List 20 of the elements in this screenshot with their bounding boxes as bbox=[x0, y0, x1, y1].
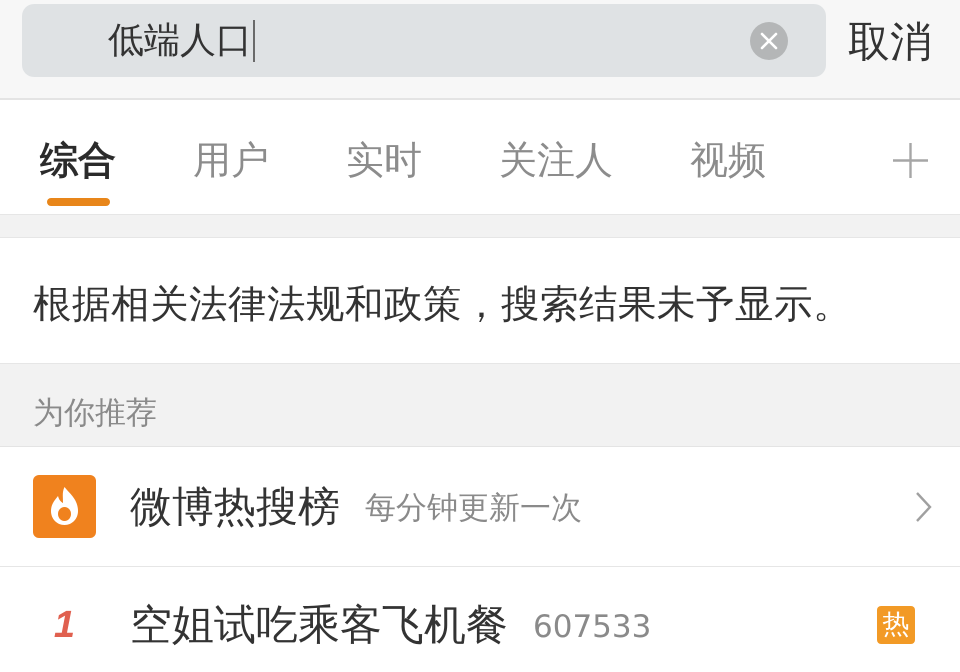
notice-text: 根据相关法律法规和政策，搜索结果未予显示。 bbox=[33, 282, 852, 328]
hot-badge: 热 bbox=[877, 606, 915, 644]
topic-title: 空姐试吃乘客飞机餐 bbox=[130, 600, 508, 650]
text-cursor-icon bbox=[253, 20, 255, 62]
close-icon bbox=[760, 32, 778, 50]
tab[interactable]: 综合 bbox=[40, 100, 116, 206]
plus-icon[interactable] bbox=[893, 143, 928, 178]
section-title: 为你推荐 bbox=[33, 395, 157, 431]
search-query-text: 低端人口 bbox=[108, 18, 252, 62]
update-note: 每分钟更新一次 bbox=[365, 488, 582, 526]
hot-topic-row[interactable]: 1 空姐试吃乘客飞机餐 607533 热 bbox=[0, 567, 960, 669]
chevron-right-icon bbox=[915, 490, 932, 522]
search-field[interactable]: 低端人口 bbox=[22, 4, 826, 77]
hot-search-title: 微博热搜榜 bbox=[130, 482, 340, 532]
topic-count: 607533 bbox=[533, 608, 652, 645]
hot-search-row[interactable]: 微博热搜榜 每分钟更新一次 bbox=[0, 447, 960, 567]
cancel-button[interactable]: 取消 bbox=[848, 18, 932, 66]
rank-number: 1 bbox=[52, 603, 76, 647]
clear-button[interactable] bbox=[750, 22, 788, 60]
flame-icon bbox=[33, 475, 96, 538]
